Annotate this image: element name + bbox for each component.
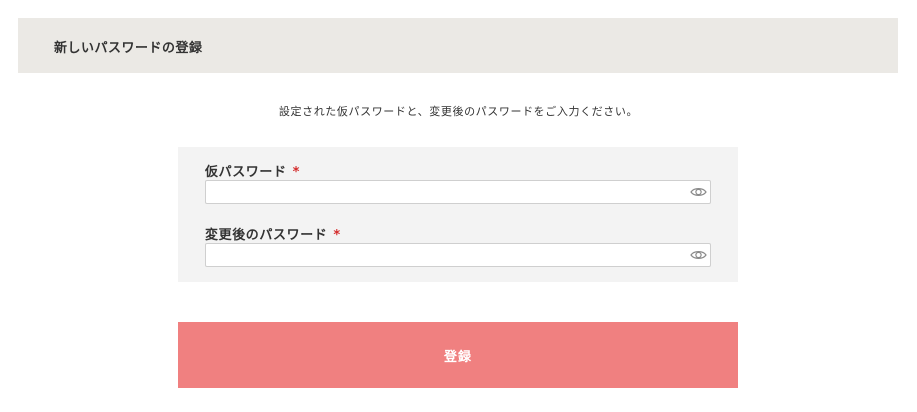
instruction-text: 設定された仮パスワードと、変更後のパスワードをご入力ください。	[278, 105, 639, 118]
temp-password-field	[205, 180, 711, 204]
page-title: 新しいパスワードの登録	[54, 41, 203, 56]
new-password-label-text: 変更後のパスワード	[205, 228, 328, 243]
new-password-label: 変更後のパスワード *	[205, 224, 341, 243]
temp-password-label-text: 仮パスワード	[205, 165, 287, 180]
password-form: 仮パスワード * 変更後のパスワード *	[178, 147, 738, 282]
new-password-input[interactable]	[206, 244, 688, 266]
new-password-field	[205, 243, 711, 267]
eye-icon[interactable]	[690, 247, 707, 263]
required-mark: *	[292, 165, 301, 180]
temp-password-label: 仮パスワード *	[205, 161, 300, 180]
register-button[interactable]: 登録	[178, 322, 738, 388]
eye-icon[interactable]	[690, 184, 707, 200]
required-mark: *	[333, 228, 341, 243]
page-header: 新しいパスワードの登録	[18, 18, 898, 73]
temp-password-input[interactable]	[206, 181, 688, 203]
